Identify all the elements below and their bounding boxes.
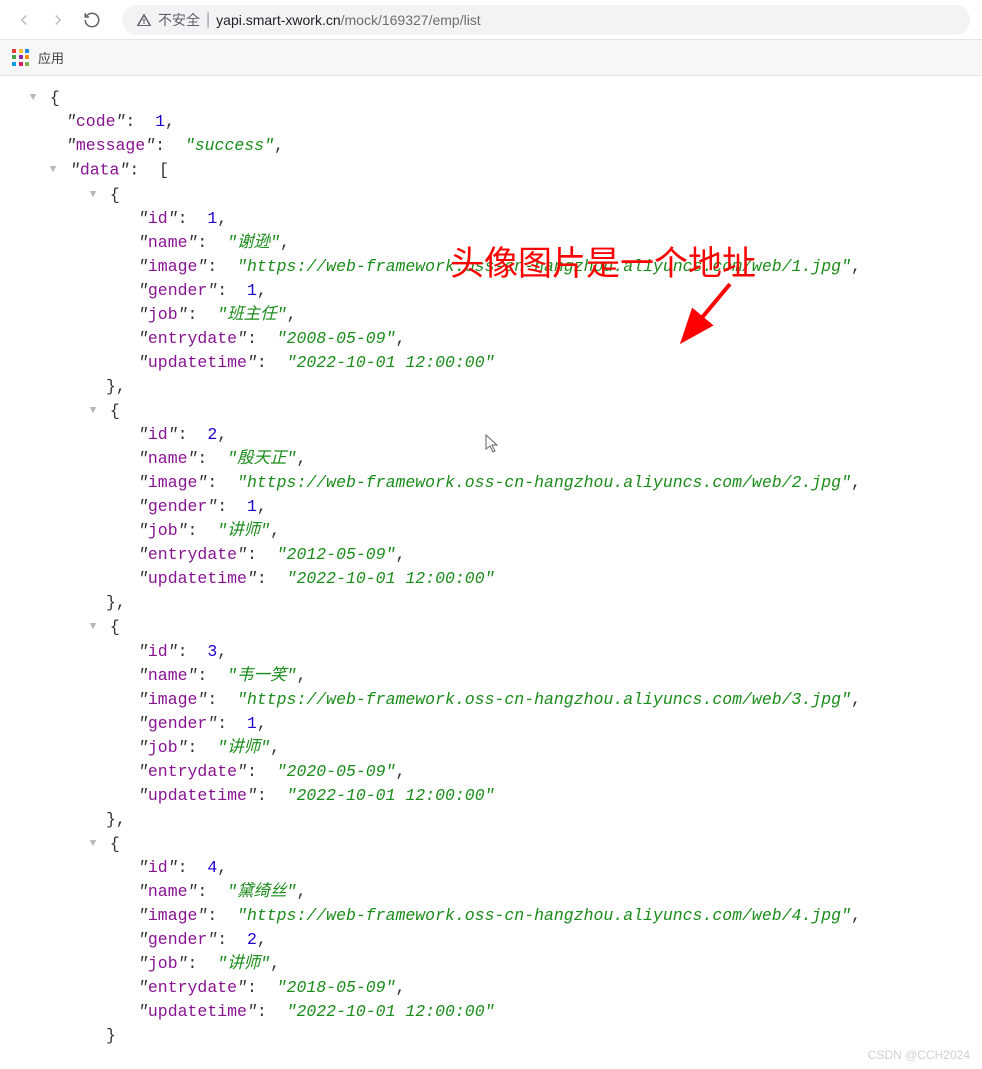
json-key: code	[76, 112, 116, 131]
not-secure-icon	[136, 12, 152, 28]
json-key: id	[148, 858, 168, 877]
json-key: message	[76, 136, 145, 155]
json-number: 1	[247, 281, 257, 300]
json-number: 1	[155, 112, 165, 131]
json-string: "2022-10-01 12:00:00"	[287, 569, 495, 588]
annotation-text: 头像图片是一个地址	[450, 252, 756, 276]
json-string: "https://web-framework.oss-cn-hangzhou.a…	[237, 473, 851, 492]
json-string: "success"	[185, 136, 274, 155]
json-key: job	[148, 521, 178, 540]
collapse-toggle[interactable]: ▼	[86, 832, 100, 856]
collapse-toggle[interactable]: ▼	[86, 183, 100, 207]
json-key: job	[148, 738, 178, 757]
json-key: job	[148, 954, 178, 973]
json-key: entrydate	[148, 329, 237, 348]
json-key: gender	[148, 281, 207, 300]
json-key: image	[148, 257, 198, 276]
json-number: 4	[207, 858, 217, 877]
watermark: CSDN @CCH2024	[868, 1048, 970, 1062]
json-string: "殷天正"	[227, 449, 296, 468]
json-key: gender	[148, 930, 207, 949]
reload-button[interactable]	[80, 8, 104, 32]
json-key: id	[148, 642, 168, 661]
json-key: image	[148, 690, 198, 709]
json-string: "韦一笑"	[227, 666, 296, 685]
address-bar[interactable]: 不安全 | yapi.smart-xwork.cn/mock/169327/em…	[122, 5, 970, 35]
json-string: "2008-05-09"	[277, 329, 396, 348]
collapse-toggle[interactable]: ▼	[86, 615, 100, 639]
json-key: updatetime	[148, 1002, 247, 1021]
json-number: 1	[207, 209, 217, 228]
json-number: 1	[247, 497, 257, 516]
json-key: id	[148, 209, 168, 228]
json-string: "2018-05-09"	[277, 978, 396, 997]
json-key: updatetime	[148, 353, 247, 372]
json-key: data	[80, 161, 120, 180]
json-key: entrydate	[148, 762, 237, 781]
json-number: 2	[247, 930, 257, 949]
json-key: gender	[148, 497, 207, 516]
json-key: gender	[148, 714, 207, 733]
json-string: "2022-10-01 12:00:00"	[287, 1002, 495, 1021]
json-string: "2020-05-09"	[277, 762, 396, 781]
json-key: entrydate	[148, 978, 237, 997]
json-number: 2	[207, 425, 217, 444]
collapse-toggle[interactable]: ▼	[46, 158, 60, 182]
json-string: "https://web-framework.oss-cn-hangzhou.a…	[237, 690, 851, 709]
json-string: "班主任"	[217, 305, 286, 324]
collapse-toggle[interactable]: ▼	[26, 86, 40, 110]
collapse-toggle[interactable]: ▼	[86, 399, 100, 423]
json-key: updatetime	[148, 569, 247, 588]
json-string: "黛绮丝"	[227, 882, 296, 901]
url-host: yapi.smart-xwork.cn	[216, 12, 340, 28]
json-key: name	[148, 666, 188, 685]
browser-nav-bar: 不安全 | yapi.smart-xwork.cn/mock/169327/em…	[0, 0, 982, 40]
json-string: "2022-10-01 12:00:00"	[287, 353, 495, 372]
forward-button[interactable]	[46, 8, 70, 32]
back-button[interactable]	[12, 8, 36, 32]
json-key: name	[148, 882, 188, 901]
json-string: "讲师"	[217, 521, 270, 540]
arrow-right-icon	[49, 11, 67, 29]
json-key: name	[148, 449, 188, 468]
json-string: "https://web-framework.oss-cn-hangzhou.a…	[237, 906, 851, 925]
json-viewer: ▼ { "code": 1, "message": "success", ▼ "…	[0, 76, 982, 1068]
json-key: name	[148, 233, 188, 252]
json-string: "讲师"	[217, 954, 270, 973]
json-string: "谢逊"	[227, 233, 280, 252]
address-divider: |	[206, 11, 210, 29]
json-string: "2012-05-09"	[277, 545, 396, 564]
cursor-icon	[485, 434, 501, 454]
apps-label[interactable]: 应用	[38, 48, 64, 67]
arrow-left-icon	[15, 11, 33, 29]
json-number: 3	[207, 642, 217, 661]
json-key: image	[148, 473, 198, 492]
json-key: entrydate	[148, 545, 237, 564]
reload-icon	[83, 11, 101, 29]
bookmark-bar: 应用	[0, 40, 982, 76]
json-key: job	[148, 305, 178, 324]
json-key: updatetime	[148, 786, 247, 805]
json-key: id	[148, 425, 168, 444]
not-secure-label: 不安全	[158, 10, 200, 30]
json-key: image	[148, 906, 198, 925]
url-path: /mock/169327/emp/list	[341, 12, 481, 28]
json-string: "2022-10-01 12:00:00"	[287, 786, 495, 805]
json-string: "讲师"	[217, 738, 270, 757]
apps-icon[interactable]	[12, 49, 30, 67]
json-number: 1	[247, 714, 257, 733]
